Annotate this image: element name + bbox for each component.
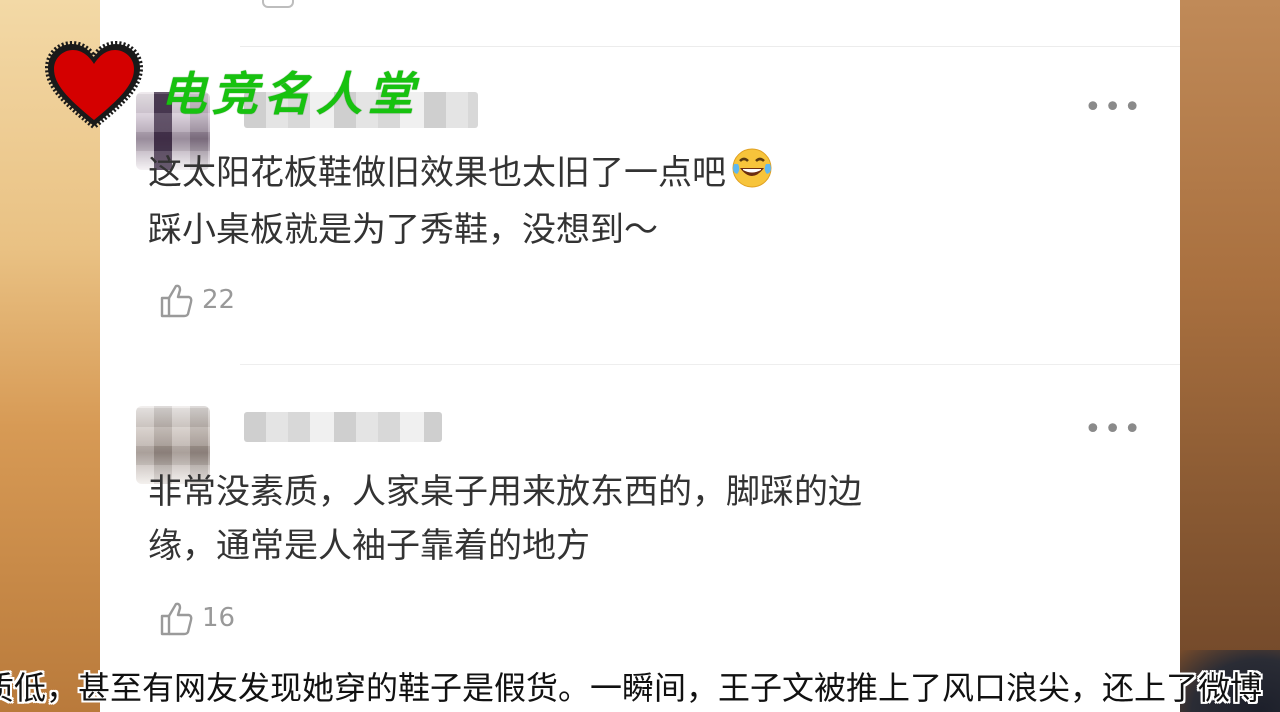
like-count: 16 (202, 603, 236, 633)
heart-logo-icon (44, 40, 144, 130)
more-options-icon[interactable]: ••• (1084, 415, 1143, 445)
like-button[interactable]: 16 (156, 598, 235, 638)
comment-text-line-2: 缘，通常是人袖子靠着的地方 (148, 526, 590, 566)
divider-top (240, 46, 1180, 47)
comment-text-line-1: 这太阳花板鞋做旧效果也太旧了一点吧 (148, 146, 774, 199)
comment-text: 这太阳花板鞋做旧效果也太旧了一点吧 (148, 153, 726, 193)
comment-text-line-1: 非常没素质，人家桌子用来放东西的，脚踩的边 (148, 472, 862, 512)
comment-text-line-2: 踩小桌板就是为了秀鞋，没想到～ (148, 210, 658, 250)
more-options-icon[interactable]: ••• (1084, 93, 1143, 123)
laughing-tears-emoji-icon (732, 148, 772, 188)
background-right (1180, 0, 1280, 712)
previous-like-icon-stub (262, 0, 294, 8)
username-blurred[interactable] (244, 412, 442, 442)
comment-divider (240, 364, 1180, 365)
video-subtitle: 质低，甚至有网友发现她穿的鞋子是假货。一瞬间，王子文被推上了风口浪尖，还上了微博 (0, 664, 1280, 712)
like-button[interactable]: 22 (156, 280, 235, 320)
channel-logo-text: 电竞名人堂 (160, 67, 420, 121)
thumbs-up-icon (160, 602, 193, 636)
thumbs-up-icon (160, 284, 193, 318)
like-count: 22 (202, 285, 236, 315)
subtitle-text: 质低，甚至有网友发现她穿的鞋子是假货。一瞬间，王子文被推上了风口浪尖，还上了微博 (0, 669, 1263, 707)
